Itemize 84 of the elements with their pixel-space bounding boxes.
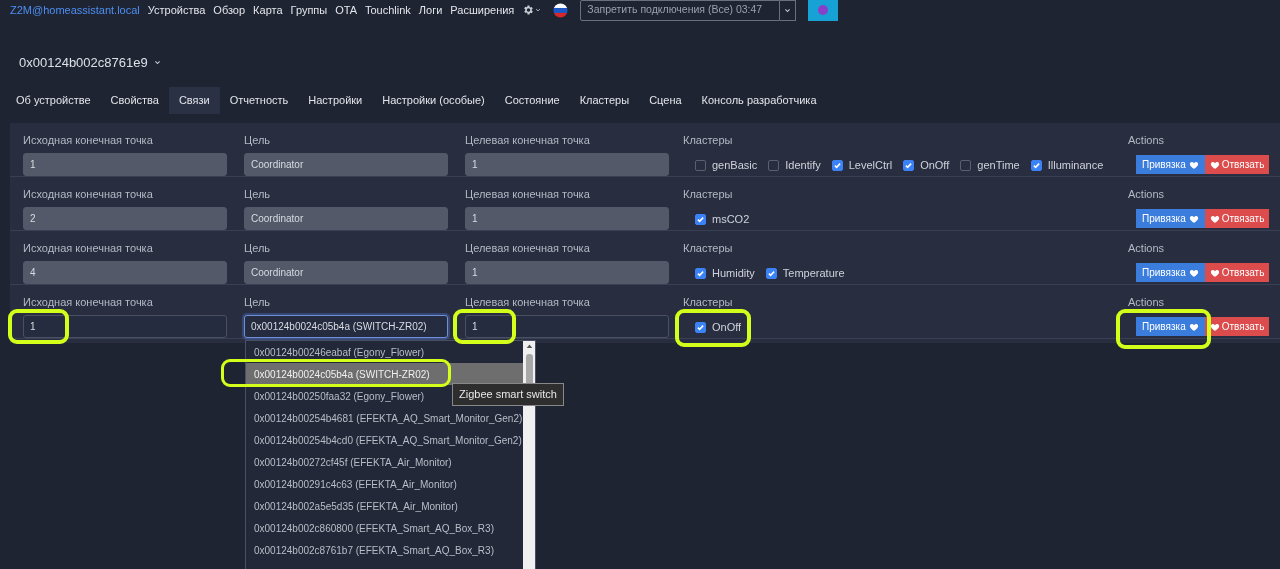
field-label: Цель — [244, 186, 272, 202]
cluster-label: msCO2 — [712, 212, 750, 227]
field-label: Исходная конечная точка — [23, 240, 154, 256]
field-label: Кластеры — [683, 294, 734, 310]
caret-icon[interactable] — [153, 59, 161, 67]
caret-icon — [784, 6, 792, 14]
nav-link[interactable]: Расширения — [450, 1, 515, 19]
nav-link[interactable]: Touchlink — [365, 1, 411, 19]
heart-icon — [1209, 213, 1220, 224]
nav-link[interactable]: Логи — [418, 1, 443, 19]
cluster-label: genTime — [977, 158, 1020, 173]
checkbox[interactable] — [695, 321, 706, 333]
field-label: Цель — [244, 132, 272, 148]
dropdown-toggle[interactable] — [780, 0, 797, 21]
dropdown-option[interactable]: 0x00124b00291c4c63 (EFEKTA_Air_Monitor) — [246, 473, 523, 495]
tab[interactable]: Отчетность — [219, 86, 299, 114]
dropdown-option[interactable]: 0x00124b002c860800 (EFEKTA_Smart_AQ_Box_R3) — [246, 517, 523, 539]
dropdown-option[interactable]: 0x00124b00254b4681 (EFEKTA_AQ_Smart_Monitor_Gen2) — [246, 407, 523, 429]
cluster-label: LevelCtrl — [848, 158, 893, 173]
source-endpoint-field[interactable]: 1 — [23, 315, 227, 338]
heart-icon — [1209, 159, 1220, 170]
brand-link[interactable]: Z2M@homeassistant.local — [10, 1, 140, 19]
permit-join-button[interactable]: Запретить подключения (Все) 03:47 — [580, 0, 781, 21]
cluster-label: Identify — [785, 158, 821, 173]
field-label: Исходная конечная точка — [23, 132, 154, 148]
field-label: Кластеры — [683, 132, 734, 148]
highlight-frame — [8, 309, 69, 344]
dropdown-option[interactable]: 0x00124b002c8761b7 (EFEKTA_Smart_AQ_Box_R3) — [246, 539, 523, 561]
dropdown-option[interactable]: 0x00124b00272cf45f (EFEKTA_Air_Monitor) — [246, 451, 523, 473]
field-label: Actions — [1128, 132, 1166, 148]
field-label: Целевая конечная точка — [465, 132, 591, 148]
tab[interactable]: Кластеры — [569, 86, 640, 114]
nav-link[interactable]: Группы — [290, 1, 328, 19]
field-label: Цель — [244, 240, 272, 256]
dropdown-option[interactable]: 0x00124b00254b4cd0 (EFEKTA_AQ_Smart_Monitor_Gen2) — [246, 429, 523, 451]
field-label: Actions — [1128, 240, 1166, 256]
target-field[interactable]: 0x00124b0024c05b4a (SWITCH-ZR02) — [244, 315, 448, 338]
nav-link[interactable]: Карта — [253, 1, 283, 19]
field-label: Actions — [1128, 186, 1166, 202]
bind-button[interactable]: Привязка — [1136, 317, 1205, 336]
heart-icon — [1188, 159, 1199, 170]
device-title[interactable]: 0x00124b002c8761e9 — [19, 53, 148, 73]
field-label: Исходная конечная точка — [23, 186, 154, 202]
nav-link[interactable]: Устройства — [147, 1, 206, 19]
flag-icon[interactable] — [553, 2, 569, 18]
field-label: Целевая конечная точка — [465, 240, 591, 256]
dropdown-option[interactable]: 0x00124b0024c05b4a (SWITCH-ZR02) — [246, 363, 523, 385]
field-label: Кластеры — [683, 186, 734, 202]
heart-icon — [1188, 321, 1199, 332]
tab[interactable]: Об устройстве — [6, 86, 101, 114]
cluster-label: Temperature — [782, 266, 845, 281]
dropdown-option[interactable]: 0x00124b002a5e5d35 (EFEKTA_Air_Monitor) — [246, 495, 523, 517]
destination-endpoint-field[interactable]: 1 — [465, 315, 669, 338]
tab[interactable]: Сцена — [639, 86, 692, 114]
heart-icon — [1188, 267, 1199, 278]
tab[interactable]: Настройки (особые) — [372, 86, 495, 114]
field-label: Кластеры — [683, 240, 734, 256]
tab[interactable]: Свойства — [100, 86, 169, 114]
field-label: Actions — [1128, 294, 1166, 310]
tab[interactable]: Состояние — [494, 86, 570, 114]
unbind-button[interactable]: Отвязать — [1204, 317, 1270, 336]
tab[interactable]: Настройки — [298, 86, 373, 114]
settings-icon[interactable] — [522, 4, 542, 16]
highlight-frame — [453, 309, 516, 344]
cluster-label: Humidity — [712, 266, 755, 281]
cluster-label: Illuminance — [1047, 158, 1104, 173]
cluster-label: genBasic — [712, 158, 758, 173]
dropdown-option[interactable]: 0x00124b00246eabaf (Egony_Flower) — [246, 341, 523, 363]
field-label: Целевая конечная точка — [465, 294, 591, 310]
heart-icon — [1209, 267, 1220, 278]
cluster-label: OnOff — [920, 158, 950, 173]
tab[interactable]: Консоль разработчика — [691, 86, 827, 114]
tooltip: Zigbee smart switch — [452, 383, 564, 406]
field-label: Целевая конечная точка — [465, 186, 591, 202]
nav-link[interactable]: OTA — [335, 1, 357, 19]
nav-link[interactable]: Обзор — [213, 1, 246, 19]
cluster-label: OnOff — [712, 320, 742, 335]
heart-icon — [1209, 321, 1220, 332]
field-label: Исходная конечная точка — [23, 294, 154, 310]
field-label: Цель — [244, 294, 272, 310]
tab[interactable]: Связи — [168, 86, 220, 114]
scroll-up-arrow-icon[interactable] — [525, 343, 533, 350]
status-button[interactable] — [808, 0, 839, 21]
heart-icon — [1188, 213, 1199, 224]
